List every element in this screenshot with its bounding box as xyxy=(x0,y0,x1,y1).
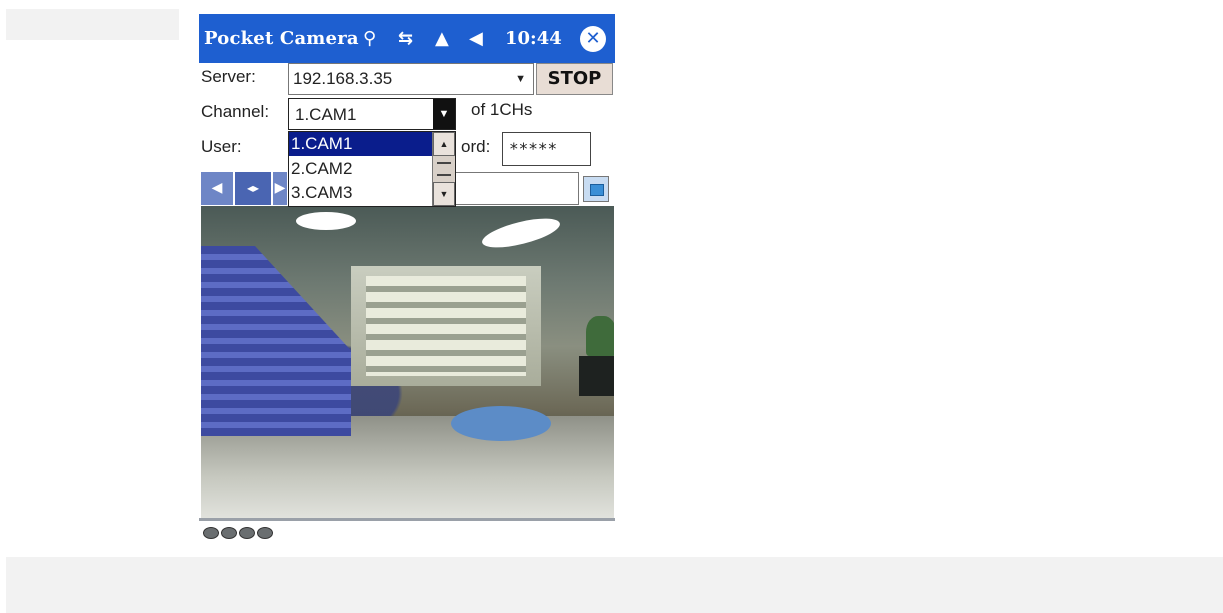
camera-video-feed[interactable] xyxy=(201,206,614,518)
stop-button[interactable]: STOP xyxy=(536,63,613,95)
sync-icon[interactable]: ⇆ xyxy=(398,28,413,49)
server-value: 192.168.3.35 xyxy=(293,69,393,88)
next-button[interactable]: ▶ xyxy=(273,172,287,205)
background-panel-top xyxy=(6,9,179,40)
divider xyxy=(199,518,615,521)
channel-dropdown-list[interactable]: 1.CAM1 2.CAM2 3.CAM3 ▲ ▼ xyxy=(288,131,456,207)
clock: 10:44 xyxy=(505,28,562,49)
password-value: ***** xyxy=(509,139,558,158)
channel-label: Channel: xyxy=(201,102,270,121)
window-icon[interactable] xyxy=(583,176,609,202)
scroll-up-icon[interactable]: ▲ xyxy=(433,132,455,156)
antenna-icon[interactable]: ⚲ xyxy=(363,28,376,49)
dropdown-option-cam1[interactable]: 1.CAM1 xyxy=(289,132,433,156)
dropdown-scrollbar[interactable]: ▲ ▼ xyxy=(432,132,455,206)
video-blue-object xyxy=(201,246,351,436)
title-bar: Pocket Camera ⚲ ⇆ ▲ ◀ 10:44 ✕ xyxy=(199,14,615,63)
chevron-down-icon[interactable]: ▼ xyxy=(433,99,455,129)
video-monitor xyxy=(579,356,614,396)
dropdown-option-cam3[interactable]: 3.CAM3 xyxy=(289,181,433,205)
status-dot-icon xyxy=(221,527,237,539)
status-dot-icon xyxy=(257,527,273,539)
video-plant xyxy=(586,316,614,356)
status-dot-icon xyxy=(203,527,219,539)
chevron-down-icon: ▼ xyxy=(515,73,526,85)
password-label: ord: xyxy=(461,137,491,156)
signal-icon[interactable]: ▲ xyxy=(435,28,449,49)
server-combo[interactable]: 192.168.3.35 ▼ xyxy=(288,63,534,95)
volume-icon[interactable]: ◀ xyxy=(469,28,483,49)
channel-count: of 1CHs xyxy=(471,100,533,119)
video-bowl xyxy=(451,406,551,441)
server-label: Server: xyxy=(201,67,256,86)
video-light xyxy=(296,212,356,230)
app-title: Pocket Camera xyxy=(204,28,359,49)
background-panel-bottom xyxy=(6,557,1223,613)
prev-button[interactable]: ◀ xyxy=(201,172,233,205)
channel-select[interactable]: 1.CAM1 ▼ xyxy=(288,98,456,130)
dropdown-option-cam2[interactable]: 2.CAM2 xyxy=(289,157,433,181)
video-blinds xyxy=(366,276,526,376)
password-field[interactable]: ***** xyxy=(502,132,591,166)
channel-value: 1.CAM1 xyxy=(295,105,357,124)
video-light xyxy=(479,212,563,254)
scroll-thumb[interactable] xyxy=(437,162,451,176)
toolbar-field[interactable] xyxy=(445,172,579,205)
pocket-camera-window: Pocket Camera ⚲ ⇆ ▲ ◀ 10:44 ✕ Server: 19… xyxy=(199,10,615,557)
user-label: User: xyxy=(201,137,242,156)
scroll-down-icon[interactable]: ▼ xyxy=(433,182,455,206)
close-icon[interactable]: ✕ xyxy=(580,26,606,52)
status-dot-icon xyxy=(239,527,255,539)
status-indicators xyxy=(203,526,275,540)
move-button[interactable]: ◂▸ xyxy=(235,172,271,205)
